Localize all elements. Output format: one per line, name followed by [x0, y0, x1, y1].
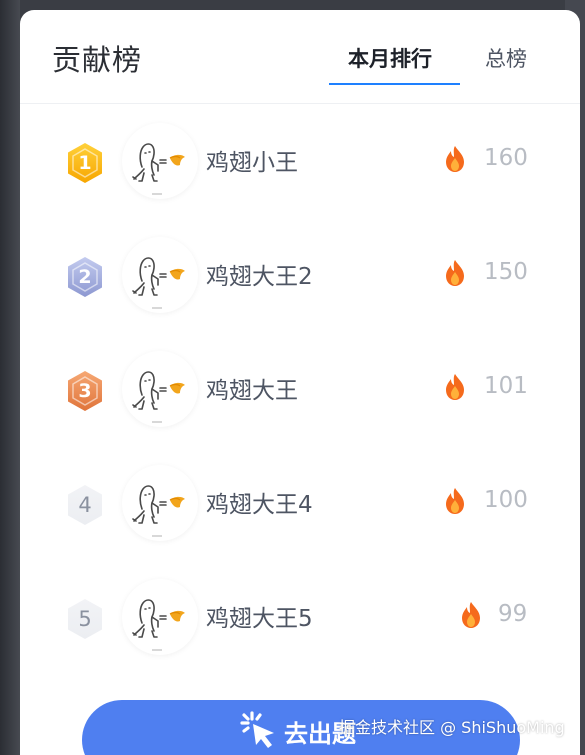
window-edge-left [0, 0, 20, 755]
rank-badge-icon: 5 [64, 597, 106, 641]
click-sparkle-icon [238, 709, 282, 755]
ranking-row[interactable]: 2 鸡翅大王2 150 [20, 219, 580, 333]
tab-monthly-ranking[interactable]: 本月排行 [348, 43, 432, 73]
user-avatar[interactable] [122, 123, 198, 199]
card-header: 贡献榜 本月排行 总榜 [20, 10, 580, 104]
rank-number: 4 [78, 493, 92, 517]
fire-icon [444, 259, 466, 287]
user-name[interactable]: 鸡翅大王 [206, 371, 298, 405]
user-avatar[interactable] [122, 237, 198, 313]
fire-icon [460, 601, 482, 629]
user-name[interactable]: 鸡翅小王 [206, 143, 298, 177]
rank-badge-icon: 1 [64, 141, 106, 185]
ranking-row[interactable]: 3 鸡翅大王 101 [20, 333, 580, 447]
fire-icon [444, 487, 466, 515]
rank-number: 3 [78, 380, 92, 402]
user-avatar[interactable] [122, 465, 198, 541]
tab-overall-ranking[interactable]: 总榜 [485, 43, 527, 73]
rank-badge-icon: 3 [64, 369, 106, 413]
rank-number: 2 [78, 266, 92, 288]
watermark: 掘金技术社区 @ ShiShuoMing [339, 718, 565, 737]
rank-badge-icon: 4 [64, 483, 106, 527]
contribution-score: 99 [498, 601, 528, 627]
fire-icon [444, 373, 466, 401]
contribution-score: 101 [484, 373, 528, 399]
rank-badge-icon: 2 [64, 255, 106, 299]
user-avatar[interactable] [122, 351, 198, 427]
ranking-row[interactable]: 5 鸡翅大王5 99 [20, 561, 580, 675]
user-name[interactable]: 鸡翅大王2 [206, 257, 313, 291]
active-tab-indicator [329, 83, 460, 85]
user-name[interactable]: 鸡翅大王5 [206, 599, 313, 633]
contribution-card: 贡献榜 本月排行 总榜 1 鸡翅小王 160 2 鸡翅大王2 150 3 鸡翅大王 101 4 鸡翅… [20, 10, 580, 755]
rank-number: 1 [78, 152, 92, 174]
ranking-row[interactable]: 1 鸡翅小王 160 [20, 105, 580, 219]
rank-number: 5 [78, 607, 92, 631]
contribution-score: 160 [484, 145, 528, 171]
ranking-row[interactable]: 4 鸡翅大王4 100 [20, 447, 580, 561]
contribution-score: 100 [484, 487, 528, 513]
fire-icon [444, 145, 466, 173]
contribution-score: 150 [484, 259, 528, 285]
ranking-list: 1 鸡翅小王 160 2 鸡翅大王2 150 3 鸡翅大王 101 4 鸡翅大王4 100 5 鸡翅大王5… [20, 105, 580, 675]
user-name[interactable]: 鸡翅大王4 [206, 485, 313, 519]
card-title: 贡献榜 [52, 43, 143, 77]
user-avatar[interactable] [122, 579, 198, 655]
